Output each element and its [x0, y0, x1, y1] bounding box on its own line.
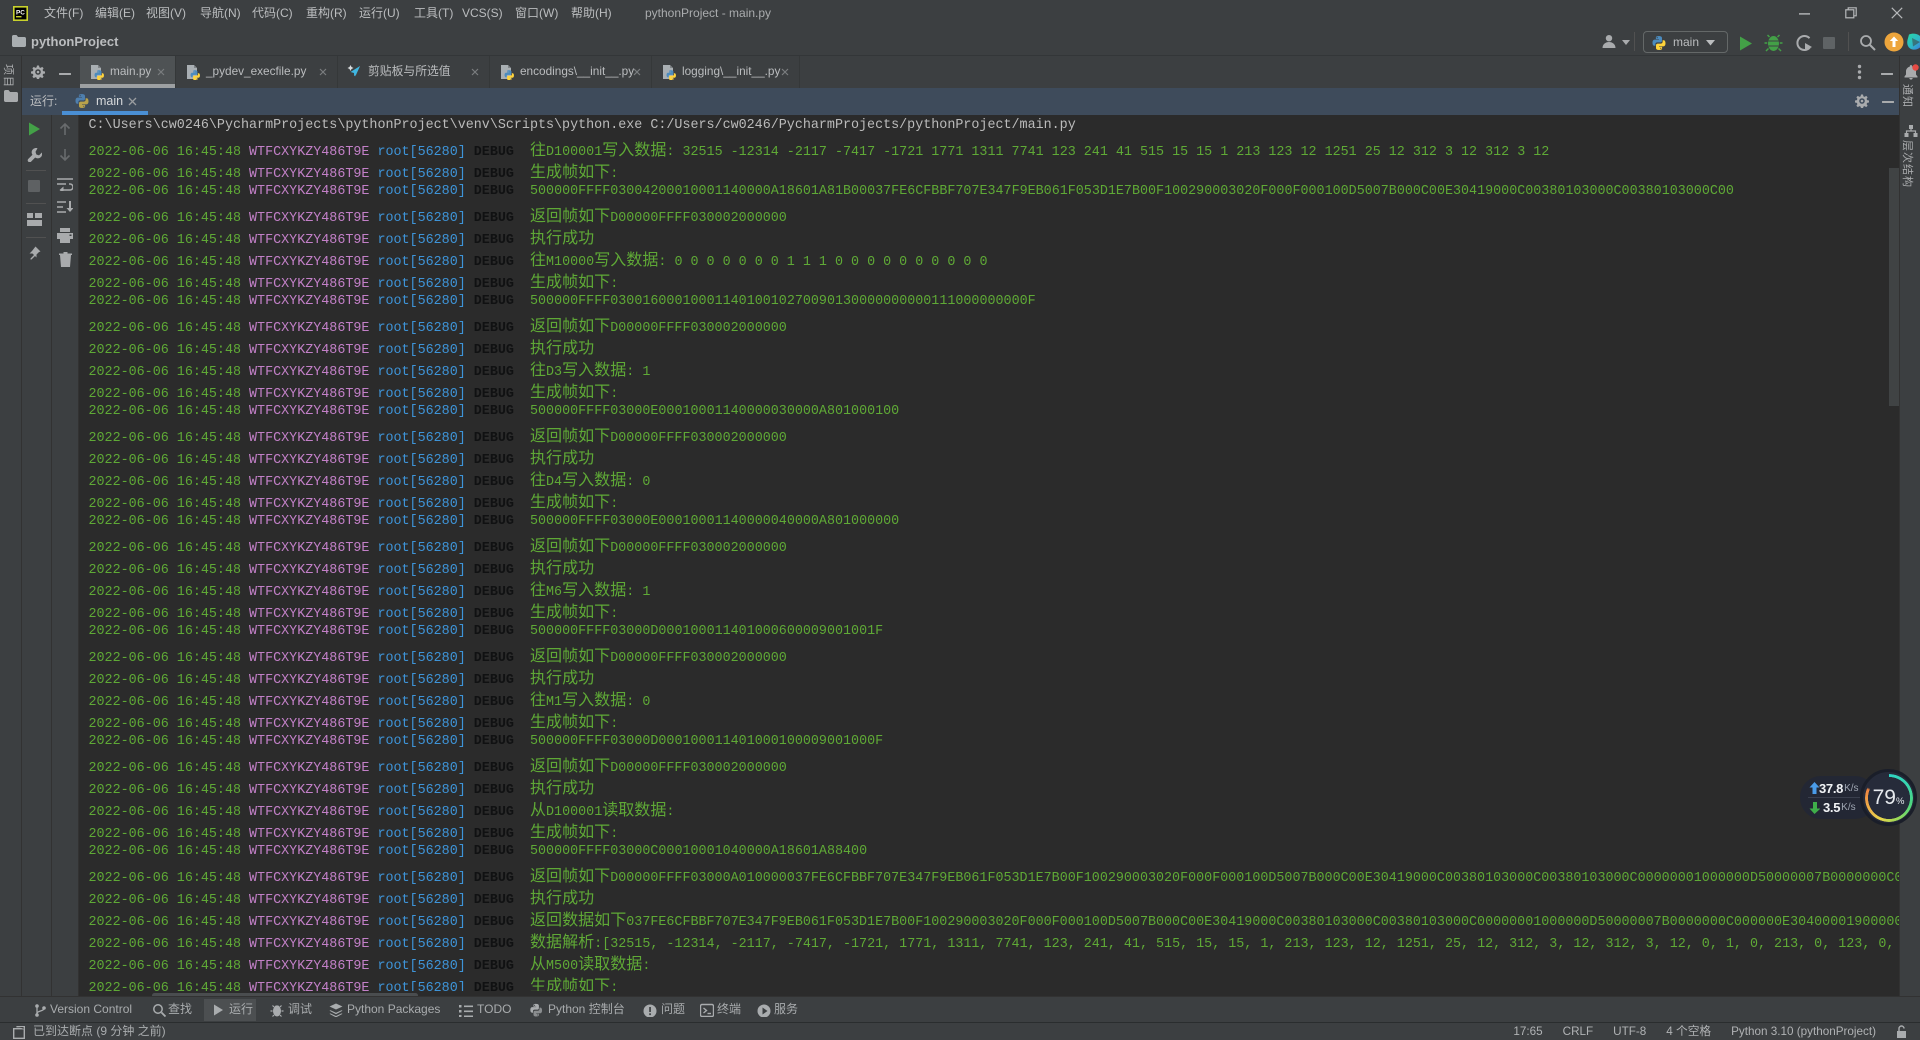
svg-text:PC: PC	[16, 9, 25, 16]
